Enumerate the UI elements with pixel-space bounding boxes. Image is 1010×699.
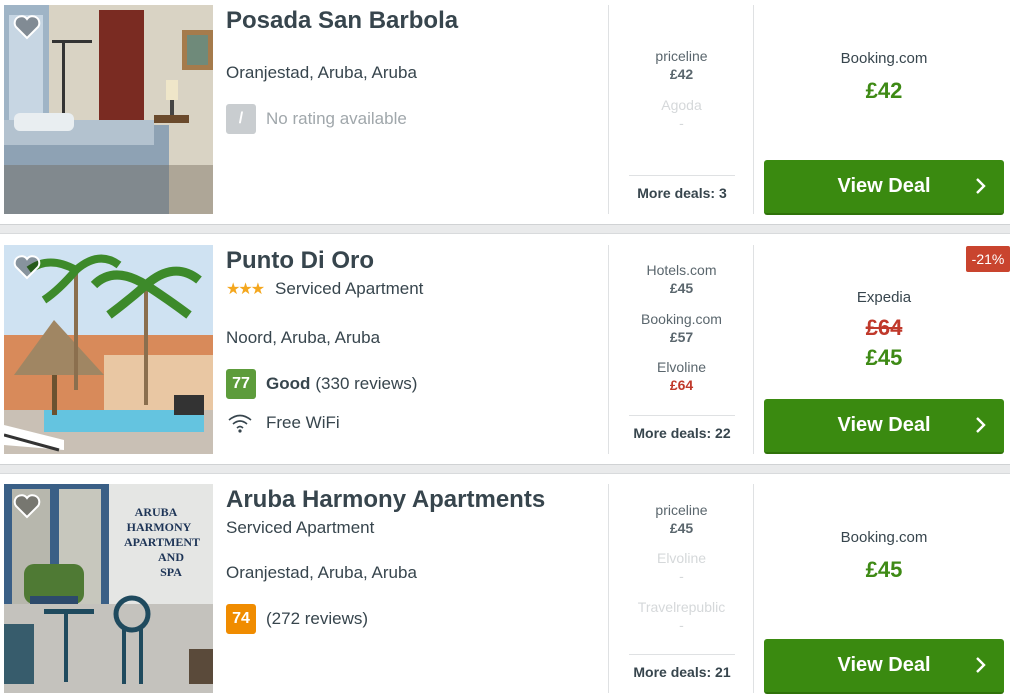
chevron-right-icon <box>976 657 986 673</box>
deal-price: - <box>679 617 684 633</box>
amenity-wifi: Free WiFi <box>226 412 340 434</box>
hotel-type-row: ★★★ Serviced Apartment <box>226 278 606 301</box>
hotel-location: Oranjestad, Aruba, Aruba <box>226 63 417 82</box>
hotel-info: Punto Di Oro ★★★ Serviced Apartment <box>226 246 606 301</box>
hotel-photo[interactable]: ARUBA HARMONY APARTMENT AND SPA <box>4 484 213 693</box>
view-deal-button[interactable]: View Deal <box>764 639 1004 694</box>
deal-provider: Agoda <box>661 97 702 113</box>
deal-provider: priceline <box>655 48 708 64</box>
more-deals-link[interactable]: More deals: 21 <box>629 654 735 680</box>
more-deals-link[interactable]: More deals: 22 <box>629 415 735 441</box>
rating-score-badge: 77 <box>226 369 256 399</box>
hotel-type: Serviced Apartment <box>226 518 375 537</box>
wifi-icon <box>228 414 252 433</box>
view-deal-label: View Deal <box>837 414 931 436</box>
best-old-price: £64 <box>865 315 903 340</box>
deal-item[interactable]: priceline £42 <box>609 47 754 83</box>
hotel-card: ARUBA HARMONY APARTMENT AND SPA Aruba Ha… <box>0 474 1010 699</box>
hotel-card: Punto Di Oro ★★★ Serviced Apartment Noord… <box>0 234 1010 464</box>
deal-item[interactable]: Travelrepublic - <box>609 598 754 634</box>
sign-line: AND <box>158 550 184 564</box>
deal-item[interactable]: Agoda - <box>609 96 754 132</box>
hotel-photo[interactable] <box>4 245 213 454</box>
view-deal-button[interactable]: View Deal <box>764 399 1004 454</box>
rating-row: 77 Good (330 reviews) <box>226 369 417 399</box>
deal-price: £57 <box>669 329 694 345</box>
deal-provider: Booking.com <box>641 311 722 327</box>
deal-price: - <box>679 115 684 131</box>
hotel-info: Aruba Harmony Apartments Serviced Apartm… <box>226 485 606 539</box>
heart-outline-icon[interactable] <box>13 254 41 280</box>
best-price: £45 <box>865 557 903 582</box>
view-deal-label: View Deal <box>837 654 931 676</box>
rating-row: / No rating available <box>226 104 407 134</box>
best-provider: Booking.com <box>840 529 928 546</box>
hotel-location: Noord, Aruba, Aruba <box>226 328 381 347</box>
deals-column: priceline £42 Agoda - More deals: 3 <box>608 5 754 214</box>
sign-line: APARTMENT <box>124 535 200 549</box>
deal-item[interactable]: priceline £45 <box>609 501 754 537</box>
deal-price: £45 <box>669 280 694 296</box>
deal-provider: Elvoline <box>656 550 707 566</box>
rating-label: Good <box>266 374 311 393</box>
deal-provider: Travelrepublic <box>637 599 726 615</box>
hotel-card: Posada San Barbola Oranjestad, Aruba, Ar… <box>0 0 1010 224</box>
deal-price: - <box>679 568 684 584</box>
best-price: £42 <box>865 78 903 103</box>
best-provider: Expedia <box>856 289 912 306</box>
rating-row: 74 (272 reviews) <box>226 604 368 634</box>
amenity-label: Free WiFi <box>266 413 340 432</box>
rating-text: No rating available <box>266 109 407 128</box>
view-deal-button[interactable]: View Deal <box>764 160 1004 215</box>
rating-score-badge: 74 <box>226 604 256 634</box>
deal-provider: Hotels.com <box>646 262 717 278</box>
more-deals-link[interactable]: More deals: 3 <box>629 175 735 201</box>
hotel-info: Posada San Barbola <box>226 6 606 36</box>
review-count[interactable]: (330 reviews) <box>315 374 417 394</box>
hotel-name[interactable]: Posada San Barbola <box>226 6 606 36</box>
hotel-name[interactable]: Aruba Harmony Apartments <box>226 485 606 515</box>
discount-badge: -21% <box>966 246 1010 272</box>
deal-provider: Elvoline <box>656 359 707 375</box>
hotel-photo[interactable] <box>4 5 213 214</box>
deal-provider: priceline <box>655 502 708 518</box>
rating-score-badge: / <box>226 104 256 134</box>
deals-column: Hotels.com £45 Booking.com £57 Elvoline … <box>608 245 754 454</box>
sign-line: HARMONY <box>127 520 192 534</box>
best-price: £45 <box>865 345 903 370</box>
card-divider <box>0 224 1010 234</box>
heart-outline-icon[interactable] <box>13 14 41 40</box>
deals-column: priceline £45 Elvoline - Travelrepublic … <box>608 484 754 693</box>
chevron-right-icon <box>976 417 986 433</box>
hotel-name[interactable]: Punto Di Oro <box>226 246 606 276</box>
card-divider <box>0 464 1010 474</box>
sign-line: ARUBA <box>135 505 178 519</box>
deal-item[interactable]: Elvoline - <box>609 549 754 585</box>
best-provider: Booking.com <box>840 50 928 67</box>
deal-item[interactable]: Elvoline £64 <box>609 358 754 394</box>
deal-item[interactable]: Booking.com £57 <box>609 310 754 346</box>
hotel-location: Oranjestad, Aruba, Aruba <box>226 563 417 582</box>
deal-item[interactable]: Hotels.com £45 <box>609 261 754 297</box>
star-rating: ★★★ <box>226 281 265 298</box>
deal-price: £42 <box>669 66 694 82</box>
heart-outline-icon[interactable] <box>13 493 41 519</box>
chevron-right-icon <box>976 178 986 194</box>
view-deal-label: View Deal <box>837 175 931 197</box>
deal-price: £64 <box>669 377 694 393</box>
review-count[interactable]: (272 reviews) <box>266 609 368 629</box>
deal-price: £45 <box>669 520 694 536</box>
hotel-type: Serviced Apartment <box>275 279 424 298</box>
sign-line: SPA <box>160 565 182 579</box>
